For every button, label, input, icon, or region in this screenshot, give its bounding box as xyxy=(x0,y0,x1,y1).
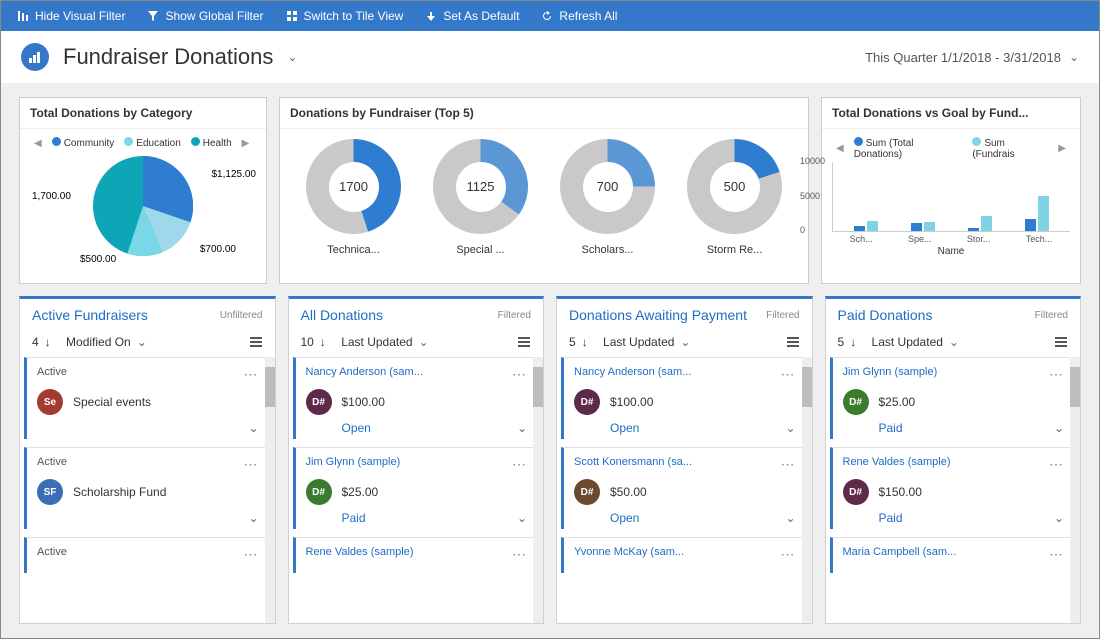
scrollbar[interactable] xyxy=(265,357,275,623)
more-icon[interactable]: ⋯ xyxy=(512,546,527,563)
chart-title: Total Donations vs Goal by Fund... xyxy=(822,98,1080,129)
more-icon[interactable]: ⋯ xyxy=(781,456,796,473)
panel-sort[interactable]: 5↓ Last Updated⌄ xyxy=(838,335,959,349)
list-item[interactable]: Rene Valdes (sample)⋯ xyxy=(293,537,538,573)
chart-title: Total Donations by Category xyxy=(20,98,266,129)
bar-group xyxy=(968,216,992,231)
panel-title: Paid Donations xyxy=(838,307,933,323)
list-item[interactable]: Rene Valdes (sample)⋯ D#$150.00 Paid⌄ xyxy=(830,447,1075,529)
date-range-picker[interactable]: This Quarter 1/1/2018 - 3/31/2018⌄ xyxy=(865,50,1079,65)
list-item[interactable]: Maria Campbell (sam...⋯ xyxy=(830,537,1075,573)
bar-group xyxy=(854,221,878,232)
pie-label: 1,700.00 xyxy=(32,191,71,202)
chevron-down-icon[interactable]: ⌄ xyxy=(517,511,527,525)
x-axis-label: Name xyxy=(832,246,1070,257)
list-item[interactable]: Nancy Anderson (sam...⋯ D#$100.00 Open⌄ xyxy=(561,357,806,439)
list-item[interactable]: Yvonne McKay (sam...⋯ xyxy=(561,537,806,573)
panel-view-icon[interactable] xyxy=(786,335,800,349)
legend-prev-icon[interactable]: ◀ xyxy=(836,143,844,154)
list-item[interactable]: Jim Glynn (sample)⋯ D#$25.00 Paid⌄ xyxy=(293,447,538,529)
scrollbar[interactable] xyxy=(1070,357,1080,623)
legend-item[interactable]: Sum (Fundrais xyxy=(972,137,1048,160)
legend-item[interactable]: Sum (Total Donations) xyxy=(854,137,963,160)
donut-item: 1125 Special ... xyxy=(423,139,538,256)
more-icon[interactable]: ⋯ xyxy=(244,366,259,383)
more-icon[interactable]: ⋯ xyxy=(244,456,259,473)
stream-panel: Paid Donations Filtered 5↓ Last Updated⌄… xyxy=(825,296,1082,624)
panel-sort[interactable]: 4↓ Modified On⌄ xyxy=(32,335,147,349)
chevron-down-icon[interactable]: ⌄ xyxy=(1054,421,1064,435)
panel-view-icon[interactable] xyxy=(517,335,531,349)
chart-title: Donations by Fundraiser (Top 5) xyxy=(280,98,808,129)
chart-donuts-card: Donations by Fundraiser (Top 5) 1700 Tec… xyxy=(279,97,809,284)
panel-title: Active Fundraisers xyxy=(32,307,148,323)
more-icon[interactable]: ⋯ xyxy=(781,366,796,383)
list-item[interactable]: Active⋯ xyxy=(24,537,269,573)
pie-label: $1,125.00 xyxy=(212,169,257,180)
legend-prev-icon[interactable]: ◀ xyxy=(34,138,42,149)
page-header: Fundraiser Donations ⌄ This Quarter 1/1/… xyxy=(1,31,1099,83)
legend-item[interactable]: Community xyxy=(52,137,115,149)
panel-sort[interactable]: 10↓ Last Updated⌄ xyxy=(301,335,429,349)
panel-view-icon[interactable] xyxy=(249,335,263,349)
panel-filter-status: Filtered xyxy=(1035,310,1068,321)
chart-bar-card: Total Donations vs Goal by Fund... ◀ Sum… xyxy=(821,97,1081,284)
bar-group xyxy=(1025,196,1049,231)
chevron-down-icon[interactable]: ⌄ xyxy=(785,421,795,435)
cmd-hide-visual-filter[interactable]: Hide Visual Filter xyxy=(17,9,125,23)
page-title: Fundraiser Donations xyxy=(63,44,273,70)
list-item[interactable]: Jim Glynn (sample)⋯ D#$25.00 Paid⌄ xyxy=(830,357,1075,439)
pie-chart xyxy=(93,156,193,256)
more-icon[interactable]: ⋯ xyxy=(512,456,527,473)
donut-item: 1700 Technica... xyxy=(296,139,411,256)
scrollbar[interactable] xyxy=(533,357,543,623)
more-icon[interactable]: ⋯ xyxy=(1049,546,1064,563)
cmd-set-default[interactable]: Set As Default xyxy=(425,9,519,23)
panel-sort[interactable]: 5↓ Last Updated⌄ xyxy=(569,335,690,349)
donut-item: 500 Storm Re... xyxy=(677,139,792,256)
cmd-switch-tile-view[interactable]: Switch to Tile View xyxy=(286,9,404,23)
legend-next-icon[interactable]: ▶ xyxy=(242,138,250,149)
bar-group xyxy=(911,222,935,231)
stream-panel: Donations Awaiting Payment Filtered 5↓ L… xyxy=(556,296,813,624)
legend-item[interactable]: Health xyxy=(191,137,232,149)
pie-label: $500.00 xyxy=(80,254,116,265)
list-item[interactable]: Active⋯ SeSpecial events ⌄ xyxy=(24,357,269,439)
chart-pie-card: Total Donations by Category ◀ Community … xyxy=(19,97,267,284)
panel-title: Donations Awaiting Payment xyxy=(569,307,747,323)
stream-panel: All Donations Filtered 10↓ Last Updated⌄… xyxy=(288,296,545,624)
more-icon[interactable]: ⋯ xyxy=(512,366,527,383)
more-icon[interactable]: ⋯ xyxy=(781,546,796,563)
list-item[interactable]: Active⋯ SFScholarship Fund ⌄ xyxy=(24,447,269,529)
chevron-down-icon[interactable]: ⌄ xyxy=(517,421,527,435)
stream-panel: Active Fundraisers Unfiltered 4↓ Modifie… xyxy=(19,296,276,624)
pie-label: $700.00 xyxy=(200,244,236,255)
chevron-down-icon[interactable]: ⌄ xyxy=(785,511,795,525)
panel-filter-status: Filtered xyxy=(766,310,799,321)
panel-title: All Donations xyxy=(301,307,384,323)
page-icon xyxy=(21,43,49,71)
panel-filter-status: Filtered xyxy=(498,310,531,321)
panel-view-icon[interactable] xyxy=(1054,335,1068,349)
scrollbar[interactable] xyxy=(802,357,812,623)
chevron-down-icon[interactable]: ⌄ xyxy=(1054,511,1064,525)
bar-chart: 1000050000 xyxy=(832,162,1070,232)
more-icon[interactable]: ⋯ xyxy=(244,546,259,563)
list-item[interactable]: Nancy Anderson (sam...⋯ D#$100.00 Open⌄ xyxy=(293,357,538,439)
more-icon[interactable]: ⋯ xyxy=(1049,456,1064,473)
cmd-show-global-filter[interactable]: Show Global Filter xyxy=(147,9,263,23)
title-dropdown-icon[interactable]: ⌄ xyxy=(287,50,297,64)
chevron-down-icon[interactable]: ⌄ xyxy=(248,421,258,435)
legend-next-icon[interactable]: ▶ xyxy=(1058,143,1066,154)
legend-item[interactable]: Education xyxy=(124,137,180,149)
command-bar: Hide Visual Filter Show Global Filter Sw… xyxy=(1,1,1099,31)
chevron-down-icon[interactable]: ⌄ xyxy=(248,511,258,525)
donut-item: 700 Scholars... xyxy=(550,139,665,256)
panel-filter-status: Unfiltered xyxy=(220,310,263,321)
list-item[interactable]: Scott Konersmann (sa...⋯ D#$50.00 Open⌄ xyxy=(561,447,806,529)
more-icon[interactable]: ⋯ xyxy=(1049,366,1064,383)
cmd-refresh-all[interactable]: Refresh All xyxy=(541,9,617,23)
